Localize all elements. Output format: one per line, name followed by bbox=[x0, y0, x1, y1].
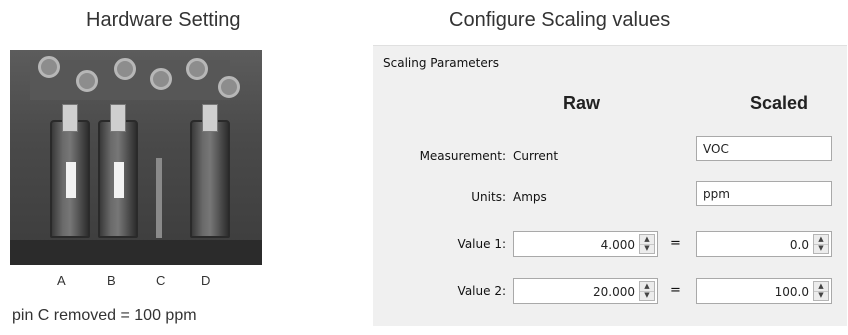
value2-scaled-spinbox[interactable]: 100.0 ▲ ▼ bbox=[696, 278, 832, 304]
value1-label: Value 1: bbox=[457, 237, 506, 251]
spin-down-arrow-icon[interactable]: ▼ bbox=[814, 291, 828, 300]
spin-down-arrow-icon[interactable]: ▼ bbox=[640, 244, 654, 253]
pin-caption: pin C removed = 100 ppm bbox=[12, 307, 197, 324]
configure-scaling-title: Configure Scaling values bbox=[449, 9, 671, 31]
pin-label-c: C bbox=[156, 273, 166, 288]
spin-down-arrow-icon[interactable]: ▼ bbox=[640, 291, 654, 300]
measurement-raw-value: Current bbox=[513, 149, 559, 163]
value1-scaled-text: 0.0 bbox=[789, 238, 809, 252]
jumper-photo bbox=[10, 50, 262, 265]
measurement-scaled-input[interactable]: VOC bbox=[696, 136, 832, 161]
spin-down-arrow-icon[interactable]: ▼ bbox=[814, 244, 828, 253]
units-label: Units: bbox=[471, 190, 506, 204]
units-scaled-input[interactable]: ppm bbox=[696, 181, 832, 206]
scaling-parameters-label: Scaling Parameters bbox=[383, 56, 499, 70]
value2-raw-spinbox[interactable]: 20.000 ▲ ▼ bbox=[513, 278, 658, 304]
value1-raw-spinbox[interactable]: 4.000 ▲ ▼ bbox=[513, 231, 658, 257]
value2-label: Value 2: bbox=[457, 284, 506, 298]
pin-label-d: D bbox=[201, 273, 211, 288]
value2-scaled-text: 100.0 bbox=[774, 285, 809, 299]
units-raw-value: Amps bbox=[513, 190, 547, 204]
scaling-parameters-panel: Scaling Parameters Raw Scaled Measuremen… bbox=[373, 45, 847, 326]
value1-scaled-spinbox[interactable]: 0.0 ▲ ▼ bbox=[696, 231, 832, 257]
pin-label-a: A bbox=[57, 273, 66, 288]
value1-raw-text: 4.000 bbox=[600, 238, 635, 252]
raw-column-header: Raw bbox=[563, 93, 601, 113]
scaled-column-header: Scaled bbox=[750, 93, 809, 113]
pin-label-b: B bbox=[107, 273, 116, 288]
measurement-label: Measurement: bbox=[419, 149, 506, 163]
hardware-setting-title: Hardware Setting bbox=[86, 9, 241, 31]
value1-equals: = bbox=[670, 236, 681, 251]
value2-raw-text: 20.000 bbox=[593, 285, 635, 299]
value2-equals: = bbox=[670, 283, 681, 298]
